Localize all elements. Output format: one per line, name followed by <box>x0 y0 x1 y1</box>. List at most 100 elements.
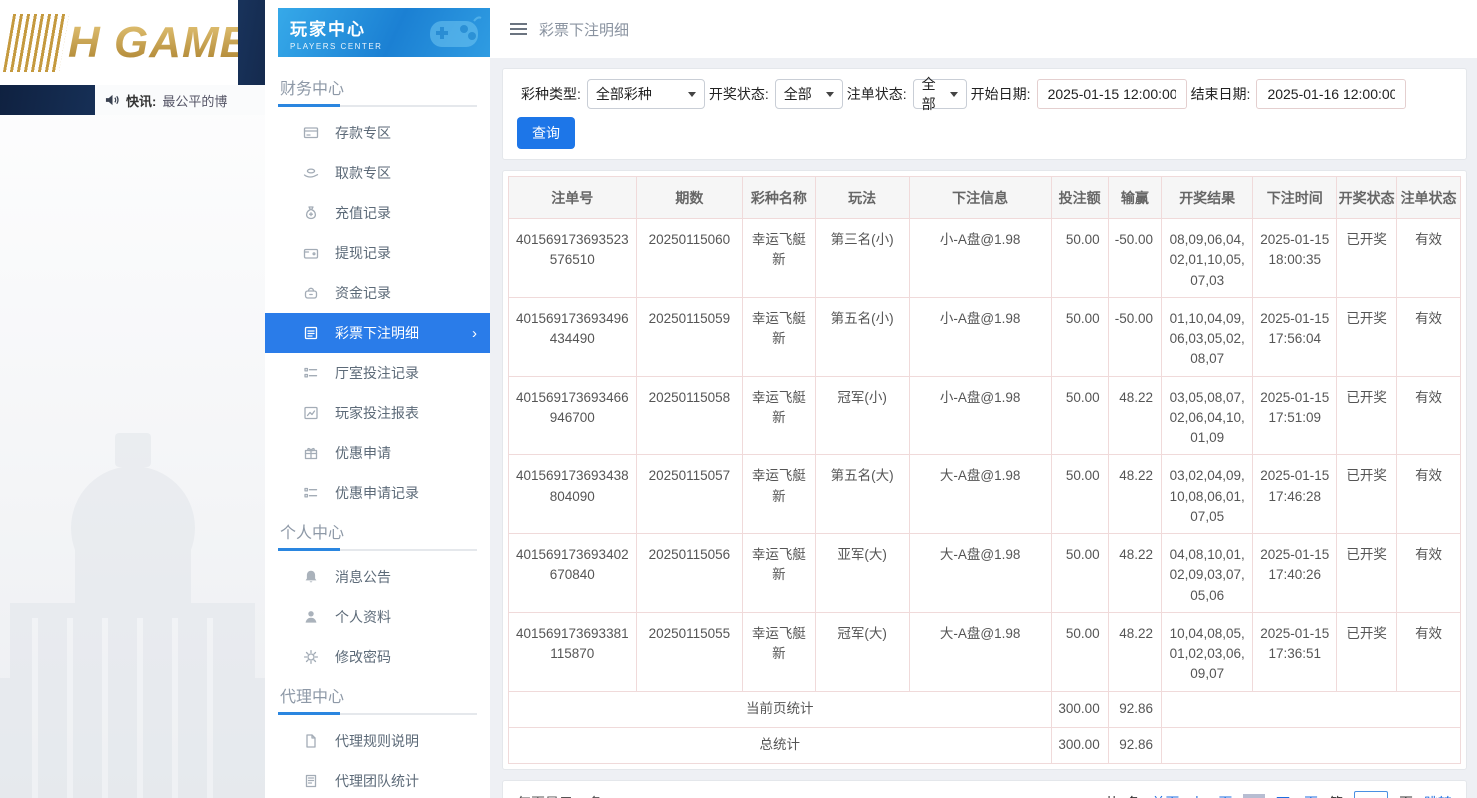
page-stats-bet-total: 300.00 <box>1050 690 1109 728</box>
main-content: 彩票下注明细 彩种类型: 全部彩种 开奖状态: 全部 注单状态: 全部 开始日期… <box>490 0 1477 798</box>
cell-bet-info: 大-A盘@1.98 <box>908 611 1052 692</box>
order-status-select[interactable]: 全部 <box>912 76 967 112</box>
order-status-value: 全部 <box>921 76 936 112</box>
cell-play-type: 第五名(大) <box>814 454 910 534</box>
cell-draw-status: 已开奖 <box>1336 296 1398 377</box>
cell-play-type: 亚军(大) <box>814 533 910 613</box>
cell-win-loss: 48.22 <box>1107 611 1163 692</box>
total-stats-label: 总统计 <box>508 726 1052 764</box>
page-stats-winloss-total: 92.86 <box>1107 690 1163 728</box>
cell-lottery-name: 幸运飞艇新 <box>742 533 816 613</box>
cell-bet-no: 401569173693381115870 <box>508 611 637 692</box>
order-status-label: 注单状态: <box>846 86 907 102</box>
filter-panel: 彩种类型: 全部彩种 开奖状态: 全部 注单状态: 全部 开始日期: 结束日期: <box>502 68 1467 160</box>
lottery-type-select[interactable]: 全部彩种 <box>586 79 705 109</box>
cell-draw-status: 已开奖 <box>1336 611 1398 692</box>
sidebar-item-funds-records[interactable]: 资金记录 <box>265 273 490 313</box>
section-title: 代理中心 <box>280 689 345 706</box>
section-underline <box>278 104 477 107</box>
page-stats-label: 当前页统计 <box>508 690 1052 728</box>
hand-coin-icon <box>303 165 319 181</box>
draw-status-select[interactable]: 全部 <box>774 79 843 109</box>
cell-draw-status: 已开奖 <box>1336 454 1398 534</box>
ticker-text: 最公平的博 <box>162 93 228 109</box>
chevron-down-icon <box>825 91 834 97</box>
prev-page-link[interactable]: 上一页 <box>1190 793 1232 798</box>
cell-play-type: 第五名(小) <box>814 296 910 377</box>
sidebar-item-player-bet-report[interactable]: 玩家投注报表 <box>265 393 490 433</box>
sidebar-item-change-password[interactable]: 修改密码 <box>265 637 490 677</box>
cell-lottery-name: 幸运飞艇新 <box>742 375 816 456</box>
jump-prefix-label: 第 <box>1329 793 1343 798</box>
sidebar-item-label: 厅室投注记录 <box>335 365 419 381</box>
cell-bet-time: 2025-01-15 17:46:28 <box>1252 454 1338 534</box>
sidebar-item-label: 资金记录 <box>335 285 391 301</box>
col-draw-result: 开奖结果 <box>1160 176 1254 219</box>
sidebar-item-recharge-records[interactable]: 充值记录 <box>265 193 490 233</box>
cell-bet-amount: 50.00 <box>1050 611 1109 692</box>
cell-bet-info: 大-A盘@1.98 <box>908 533 1052 613</box>
sidebar-item-withdraw[interactable]: 取款专区 <box>265 153 490 193</box>
sidebar-item-deposit[interactable]: 存款专区 <box>265 113 490 153</box>
sidebar-item-lottery-bet-details[interactable]: 彩票下注明细 › <box>265 313 490 353</box>
start-date-input[interactable] <box>1036 79 1187 109</box>
sidebar-section-finance: 财务中心 存款专区 取款专区 充值记录 提现记录 资金记录 彩票下注明细 › 厅… <box>265 75 490 513</box>
table-header-row: 注单号 期数 彩种名称 玩法 下注信息 投注额 输赢 开奖结果 下注时间 开奖状… <box>508 176 1461 219</box>
cell-bet-time: 2025-01-15 17:40:26 <box>1252 533 1338 613</box>
sidebar-item-label: 充值记录 <box>335 205 391 221</box>
sidebar-item-label: 存款专区 <box>335 125 391 141</box>
cell-win-loss: 48.22 <box>1107 533 1163 613</box>
cell-bet-info: 小-A盘@1.98 <box>908 218 1052 298</box>
cell-order-status: 有效 <box>1396 533 1461 613</box>
cell-lottery-name: 幸运飞艇新 <box>742 296 816 377</box>
logo-text: H GAME <box>68 18 238 68</box>
jump-page-input[interactable] <box>1354 791 1388 798</box>
cell-order-status: 有效 <box>1396 375 1461 456</box>
cell-win-loss: 48.22 <box>1107 454 1163 534</box>
sidebar-item-messages[interactable]: 消息公告 <box>265 557 490 597</box>
cell-bet-amount: 50.00 <box>1050 296 1109 377</box>
sidebar-item-hall-bet-records[interactable]: 厅室投注记录 <box>265 353 490 393</box>
document-lines-icon <box>303 325 319 341</box>
cell-play-type: 冠军(小) <box>814 375 910 456</box>
cell-bet-amount: 50.00 <box>1050 533 1109 613</box>
sidebar-item-promo-apply[interactable]: 优惠申请 <box>265 433 490 473</box>
draw-status-label: 开奖状态: <box>708 86 769 102</box>
person-icon <box>303 609 319 625</box>
current-page-indicator[interactable]: [1] <box>1243 793 1265 798</box>
first-page-link[interactable]: 首页 <box>1151 793 1179 798</box>
cell-bet-time: 2025-01-15 17:36:51 <box>1252 611 1338 692</box>
sidebar-item-promo-apply-records[interactable]: 优惠申请记录 <box>265 473 490 513</box>
cell-draw-result: 01,10,04,09,06,03,05,02,08,07 <box>1160 296 1254 377</box>
sidebar-item-label: 代理规则说明 <box>335 733 419 749</box>
cell-issue: 20250115060 <box>635 218 744 298</box>
cell-play-type: 第三名(小) <box>814 218 910 298</box>
jump-button[interactable]: 跳转 <box>1424 793 1452 798</box>
cell-issue: 20250115055 <box>635 611 744 692</box>
cell-bet-time: 2025-01-15 17:56:04 <box>1252 296 1338 377</box>
sidebar-item-agent-rules[interactable]: 代理规则说明 <box>265 721 490 761</box>
cell-order-status: 有效 <box>1396 611 1461 692</box>
section-underline <box>278 712 477 715</box>
sidebar-item-label: 消息公告 <box>335 569 391 585</box>
section-underline <box>278 548 477 551</box>
deposit-card-icon <box>303 125 319 141</box>
main-topbar: 彩票下注明细 <box>490 0 1477 58</box>
cell-draw-result: 08,09,06,04,02,01,10,05,07,03 <box>1160 218 1254 298</box>
next-page-link[interactable]: 下一页 <box>1276 793 1318 798</box>
query-button[interactable]: 查询 <box>517 117 575 149</box>
end-date-input[interactable] <box>1256 79 1407 109</box>
sidebar-item-withdrawal-records[interactable]: 提现记录 <box>265 233 490 273</box>
col-lottery-name: 彩种名称 <box>742 176 816 219</box>
sidebar-item-agent-team-stats[interactable]: 代理团队统计 <box>265 761 490 798</box>
page-stats-empty <box>1161 690 1461 728</box>
sidebar-item-profile[interactable]: 个人资料 <box>265 597 490 637</box>
cell-bet-time: 2025-01-15 18:00:35 <box>1252 218 1338 298</box>
start-date-label: 开始日期: <box>970 86 1031 102</box>
capitol-background-image <box>0 433 265 798</box>
cell-bet-info: 小-A盘@1.98 <box>908 375 1052 456</box>
col-issue: 期数 <box>635 176 744 219</box>
menu-icon[interactable] <box>510 23 527 35</box>
cell-bet-no: 401569173693466946700 <box>508 375 637 456</box>
cell-lottery-name: 幸运飞艇新 <box>742 611 816 692</box>
